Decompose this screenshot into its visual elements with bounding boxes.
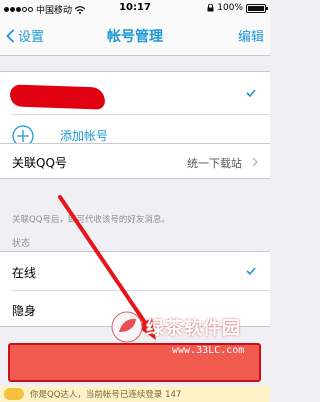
checkmark-icon — [246, 267, 256, 275]
bottom-banner-text: 你是QQ达人，当前帐号已连续登录 147 — [30, 390, 182, 400]
badge-icon — [4, 388, 24, 400]
checkmark-icon — [246, 89, 256, 97]
watermark-title: 绿茶软件园 — [146, 318, 241, 339]
watermark: 绿茶软件园 www.33LC.com — [110, 306, 270, 366]
bottom-banner[interactable]: 你是QQ达人，当前帐号已连续登录 147 — [0, 386, 270, 402]
linked-qq-value: 统一下载站 — [187, 157, 242, 170]
add-account-label: 添加帐号 — [60, 129, 109, 143]
status-option-online[interactable]: 在线 — [0, 252, 270, 290]
redacted-account-name — [9, 84, 106, 110]
linked-qq-group: 关联QQ号 统一下载站 — [0, 143, 270, 179]
battery-percent: 100% — [217, 3, 243, 13]
status-right: 100% — [207, 3, 268, 13]
status-bar: 中国移动 10:17 100% — [0, 0, 270, 16]
account-row[interactable] — [0, 72, 270, 114]
rotation-lock-icon — [207, 4, 214, 12]
linked-qq-label: 关联QQ号 — [12, 156, 67, 170]
leaf-logo-icon — [111, 311, 143, 343]
linked-qq-row[interactable]: 关联QQ号 统一下载站 — [0, 144, 270, 180]
nav-bar: 设置 帐号管理 编辑 — [0, 16, 270, 56]
edit-button[interactable]: 编辑 — [238, 26, 264, 45]
status-option-label: 隐身 — [12, 304, 37, 318]
status-section-header: 状态 — [12, 239, 31, 249]
linked-qq-hint: 关联QQ号后，即可代收该号的好友消息。 — [12, 215, 170, 225]
watermark-url: www.33LC.com — [172, 345, 245, 356]
chevron-right-icon — [252, 157, 258, 167]
status-option-label: 在线 — [12, 266, 37, 280]
page-title: 帐号管理 — [107, 29, 163, 45]
battery-icon — [246, 3, 268, 13]
